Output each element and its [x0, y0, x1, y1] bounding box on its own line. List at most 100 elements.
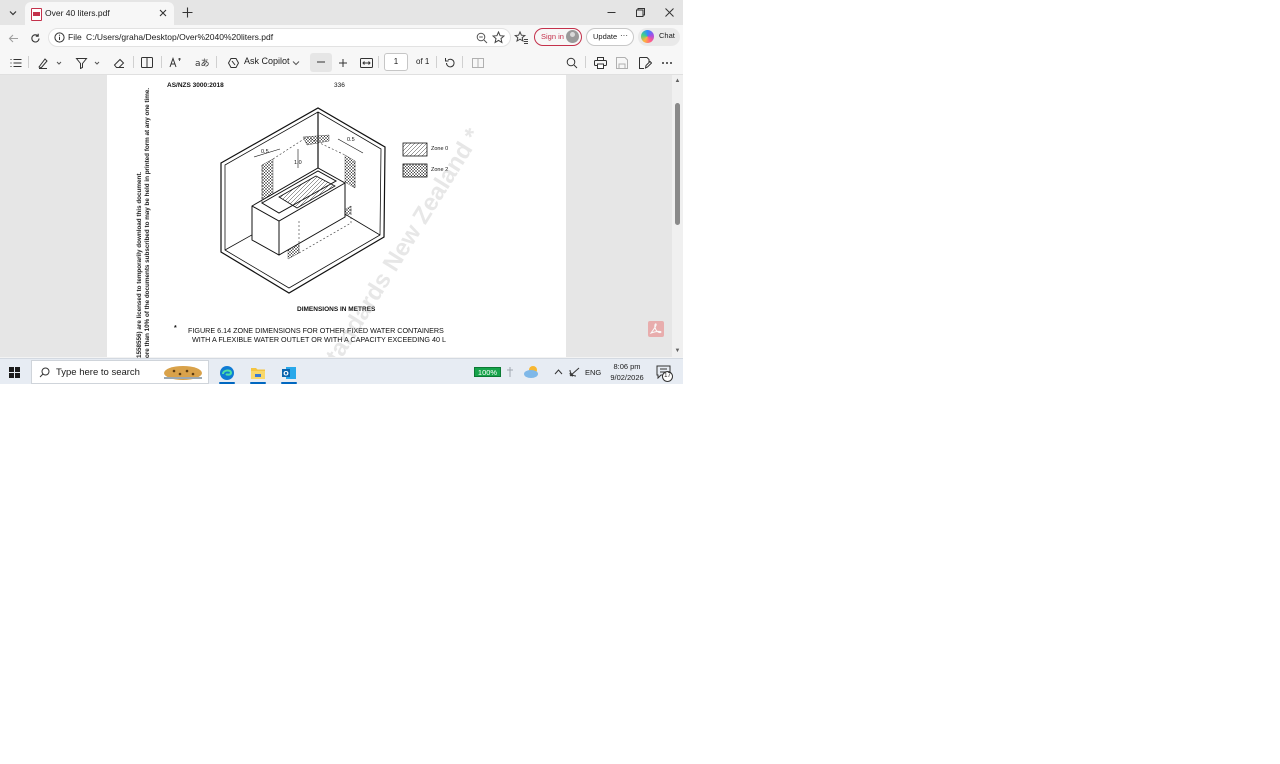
- url-field[interactable]: File C:/Users/graha/Desktop/Over%2040%20…: [48, 28, 511, 47]
- touch-keyboard-icon[interactable]: [506, 366, 514, 378]
- tab-close-button[interactable]: [156, 6, 170, 20]
- pdf-viewer[interactable]: AS/NZS 3000:2018 336 0.5 0.5 1.0 Zone 0 …: [0, 75, 683, 357]
- refresh-button[interactable]: [27, 30, 43, 46]
- close-icon: [159, 9, 167, 17]
- info-icon[interactable]: [54, 32, 65, 43]
- save-as-icon: [638, 56, 652, 69]
- network-icon[interactable]: [569, 367, 580, 377]
- figure-caption-line2: WITH A FLEXIBLE WATER OUTLET OR WITH A C…: [192, 335, 447, 344]
- windows-start-icon[interactable]: [9, 367, 20, 378]
- translate-button[interactable]: aあ: [195, 55, 209, 70]
- dim-label-left: 0.5: [261, 149, 269, 155]
- zoom-in-button[interactable]: [336, 55, 350, 70]
- acrobat-icon[interactable]: [648, 321, 664, 337]
- tab-list-button[interactable]: [3, 3, 22, 22]
- taskbar-search-box[interactable]: Type here to search: [31, 360, 209, 384]
- notification-count-badge: 17: [662, 371, 673, 382]
- pdf-page: AS/NZS 3000:2018 336 0.5 0.5 1.0 Zone 0 …: [107, 75, 566, 357]
- url-text[interactable]: C:/Users/graha/Desktop/Over%2040%20liter…: [86, 32, 273, 42]
- star-icon[interactable]: [492, 31, 505, 44]
- language-indicator[interactable]: ENG: [585, 368, 601, 377]
- folder-icon: [251, 367, 265, 379]
- copilot-icon: [641, 30, 654, 43]
- scrollbar-thumb[interactable]: [675, 103, 680, 225]
- ask-copilot-button[interactable]: Ask Copilot: [244, 56, 290, 66]
- highlight-button[interactable]: [74, 55, 102, 70]
- taskbar-outlook[interactable]: O: [276, 361, 302, 384]
- tab-strip: Over 40 liters.pdf: [0, 0, 683, 25]
- search-icon: [566, 57, 578, 68]
- read-aloud-button[interactable]: [168, 55, 182, 70]
- rotate-button[interactable]: [443, 55, 457, 70]
- toolbar-separator: [378, 56, 379, 68]
- chat-label: Chat: [659, 31, 675, 40]
- figure-drawing: [220, 107, 428, 294]
- two-page-button[interactable]: [471, 55, 485, 70]
- minimize-button[interactable]: [598, 3, 624, 21]
- clock-time[interactable]: 8:06 pm: [605, 362, 649, 371]
- print-button[interactable]: [593, 55, 607, 70]
- two-page-icon: [472, 57, 484, 68]
- toolbar-separator: [161, 56, 162, 68]
- back-button[interactable]: [5, 30, 21, 46]
- taskbar: Type here to search O 100% ENG 8:06 pm 9…: [0, 358, 683, 384]
- update-button[interactable]: Update ···: [586, 28, 634, 46]
- copilot-chat-button[interactable]: Chat: [638, 28, 680, 46]
- toolbar-separator: [133, 56, 134, 68]
- show-hidden-icons-chevron[interactable]: [554, 368, 563, 375]
- screen: Over 40 liters.pdf File C:/Users/graha/D…: [0, 0, 683, 384]
- zoom-out-button[interactable]: [310, 53, 332, 72]
- new-tab-button[interactable]: [179, 4, 195, 20]
- plus-icon: [182, 7, 192, 17]
- figure-marker: *: [174, 325, 177, 332]
- erase-button[interactable]: [112, 55, 126, 70]
- rotate-icon: [445, 57, 455, 67]
- ask-copilot-dropdown[interactable]: [291, 55, 301, 70]
- read-aloud-icon: [169, 57, 181, 68]
- sign-in-button[interactable]: Sign in: [534, 28, 582, 46]
- save-as-button[interactable]: [638, 55, 652, 70]
- url-scheme-label: File: [68, 32, 82, 42]
- vertical-scrollbar[interactable]: ▲ ▼: [672, 75, 683, 357]
- page-number-input[interactable]: 1: [384, 53, 408, 71]
- find-button[interactable]: [565, 55, 579, 70]
- minimize-icon: [607, 11, 615, 13]
- save-button[interactable]: [615, 55, 629, 70]
- side-note-prefix: 1558556): [136, 331, 143, 358]
- restore-button[interactable]: [627, 3, 653, 21]
- weather-icon[interactable]: [523, 364, 540, 379]
- translate-icon: aあ: [195, 58, 209, 68]
- scroll-up-arrow[interactable]: ▲: [674, 78, 681, 84]
- toolbar-separator: [436, 56, 437, 68]
- favorites-icon[interactable]: [514, 30, 529, 45]
- outlook-icon: O: [282, 366, 296, 379]
- pdf-toolbar: aあ Ask Copilot 1 of 1: [0, 50, 683, 75]
- page-total-label: of 1: [416, 57, 430, 66]
- fit-to-width-button[interactable]: [359, 55, 373, 70]
- edge-icon: [220, 365, 234, 380]
- zoom-icon[interactable]: [476, 32, 488, 44]
- taskbar-edge[interactable]: [214, 361, 240, 384]
- toolbar-separator: [585, 56, 586, 68]
- chevron-down-icon: [9, 10, 16, 15]
- tab-title: Over 40 liters.pdf: [45, 8, 110, 18]
- close-icon: [664, 7, 674, 17]
- draw-button[interactable]: [36, 55, 64, 70]
- battery-indicator[interactable]: 100%: [474, 367, 501, 377]
- more-options-button[interactable]: [660, 55, 674, 70]
- contents-button[interactable]: [9, 55, 23, 70]
- address-bar: File C:/Users/graha/Desktop/Over%2040%20…: [0, 25, 683, 50]
- search-highlight-image: [164, 366, 202, 380]
- close-window-button[interactable]: [656, 3, 682, 21]
- copilot-icon-glyph: [227, 57, 239, 68]
- plus-icon: [339, 58, 347, 67]
- clock-date[interactable]: 9/02/2026: [605, 373, 649, 382]
- taskbar-file-explorer[interactable]: [245, 361, 271, 384]
- scroll-down-arrow[interactable]: ▼: [674, 348, 681, 354]
- acrobat-glyph: [649, 323, 662, 334]
- doc-header-standard: AS/NZS 3000:2018: [167, 82, 224, 89]
- page-view-button[interactable]: [140, 55, 154, 70]
- tab-active[interactable]: Over 40 liters.pdf: [25, 2, 174, 25]
- doc-header-page: 336: [334, 82, 345, 89]
- copilot-icon[interactable]: [226, 55, 240, 70]
